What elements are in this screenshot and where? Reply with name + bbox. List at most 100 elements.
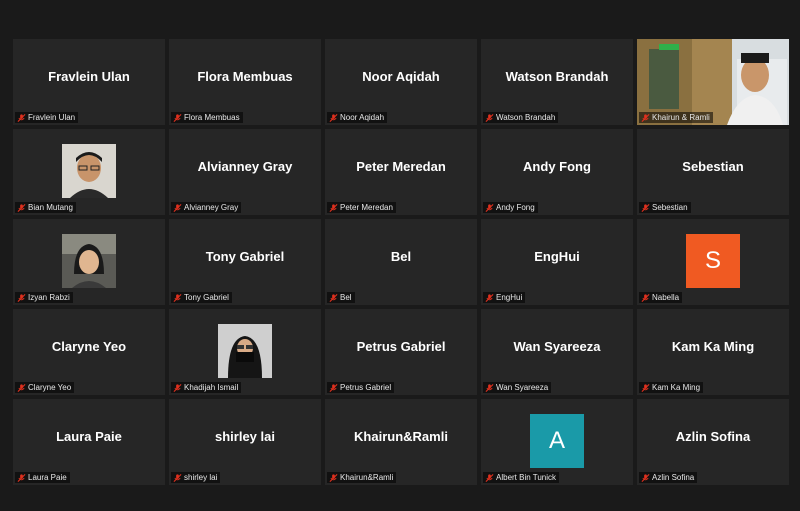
mic-muted-icon bbox=[485, 473, 494, 482]
participant-display-name: Andy Fong bbox=[523, 158, 591, 174]
mic-muted-icon bbox=[17, 203, 26, 212]
mic-muted-icon bbox=[329, 113, 338, 122]
participant-label: Flora Membuas bbox=[171, 112, 243, 123]
participant-label-text: Tony Gabriel bbox=[184, 293, 229, 302]
participant-tile[interactable]: Khairun&Ramli Khairun&Ramli bbox=[325, 399, 477, 485]
participant-label: Khairun & Ramli bbox=[639, 112, 713, 123]
participant-label-text: shirley lai bbox=[184, 473, 218, 482]
participant-tile[interactable]: Watson Brandah Watson Brandah bbox=[481, 39, 633, 125]
participant-display-name: Sebestian bbox=[682, 158, 744, 174]
participant-tile[interactable]: Tony Gabriel Tony Gabriel bbox=[169, 219, 321, 305]
participant-tile[interactable]: Khadijah Ismail bbox=[169, 309, 321, 395]
participant-tile[interactable]: Alvianney Gray Alvianney Gray bbox=[169, 129, 321, 215]
participant-label-text: Petrus Gabriel bbox=[340, 383, 392, 392]
participant-display-name: EngHui bbox=[534, 248, 580, 264]
participant-label-text: Claryne Yeo bbox=[28, 383, 72, 392]
mic-muted-icon bbox=[485, 383, 494, 392]
participant-tile[interactable]: EngHui EngHui bbox=[481, 219, 633, 305]
participant-tile[interactable]: Andy Fong Andy Fong bbox=[481, 129, 633, 215]
participant-tile[interactable]: Azlin Sofina Azlin Sofina bbox=[637, 399, 789, 485]
participant-label-text: Albert Bin Tunick bbox=[496, 473, 557, 482]
mic-muted-icon bbox=[329, 203, 338, 212]
participant-label-text: Andy Fong bbox=[496, 203, 535, 212]
mic-muted-icon bbox=[329, 293, 338, 302]
participant-tile[interactable]: Izyan Rabzi bbox=[13, 219, 165, 305]
participant-tile[interactable]: A Albert Bin Tunick bbox=[481, 399, 633, 485]
participant-label: Sebestian bbox=[639, 202, 691, 213]
participant-tile[interactable]: Bian Mutang bbox=[13, 129, 165, 215]
mic-muted-icon bbox=[17, 473, 26, 482]
mic-muted-icon bbox=[641, 113, 650, 122]
participant-tile[interactable]: Peter Meredan Peter Meredan bbox=[325, 129, 477, 215]
participant-label-text: Bian Mutang bbox=[28, 203, 73, 212]
participant-tile[interactable]: Petrus Gabriel Petrus Gabriel bbox=[325, 309, 477, 395]
participant-label: Kam Ka Ming bbox=[639, 382, 704, 393]
participant-display-name: Kam Ka Ming bbox=[671, 338, 755, 354]
participant-display-name: Watson Brandah bbox=[505, 68, 609, 84]
participant-display-name: Laura Paie bbox=[56, 428, 122, 444]
mic-muted-icon bbox=[173, 473, 182, 482]
mic-muted-icon bbox=[485, 203, 494, 212]
participant-tile[interactable]: Wan Syareeza Wan Syareeza bbox=[481, 309, 633, 395]
participant-label: Bian Mutang bbox=[15, 202, 76, 213]
participant-display-name: shirley lai bbox=[215, 428, 275, 444]
mic-muted-icon bbox=[173, 293, 182, 302]
participant-label: Tony Gabriel bbox=[171, 292, 232, 303]
participant-label: Andy Fong bbox=[483, 202, 538, 213]
participant-tile-video[interactable]: Khairun & Ramli bbox=[637, 39, 789, 125]
participant-display-name: Noor Aqidah bbox=[362, 68, 440, 84]
participant-label: Khadijah Ismail bbox=[171, 382, 242, 393]
participant-label-text: Kam Ka Ming bbox=[652, 383, 701, 392]
participant-display-name: Peter Meredan bbox=[356, 158, 446, 174]
participant-label: Bel bbox=[327, 292, 355, 303]
mic-muted-icon bbox=[485, 293, 494, 302]
mic-muted-icon bbox=[17, 383, 26, 392]
avatar-initial: S bbox=[686, 234, 740, 288]
participant-label-text: EngHui bbox=[496, 293, 523, 302]
participant-display-name: Claryne Yeo bbox=[51, 338, 127, 354]
participant-tile[interactable]: Kam Ka Ming Kam Ka Ming bbox=[637, 309, 789, 395]
mic-muted-icon bbox=[173, 383, 182, 392]
participant-label: Izyan Rabzi bbox=[15, 292, 73, 303]
participant-display-name: Petrus Gabriel bbox=[356, 338, 446, 354]
participant-display-name: Azlin Sofina bbox=[675, 428, 751, 444]
mic-muted-icon bbox=[485, 113, 494, 122]
participant-tile[interactable]: Claryne Yeo Claryne Yeo bbox=[13, 309, 165, 395]
mic-muted-icon bbox=[641, 293, 650, 302]
participant-label-text: Noor Aqidah bbox=[340, 113, 385, 122]
participant-label: EngHui bbox=[483, 292, 526, 303]
participant-label: Watson Brandah bbox=[483, 112, 559, 123]
participant-label: Fravlein Ulan bbox=[15, 112, 79, 123]
participant-label-text: Nabella bbox=[652, 293, 680, 302]
participant-tile[interactable]: Flora Membuas Flora Membuas bbox=[169, 39, 321, 125]
participant-label-text: Fravlein Ulan bbox=[28, 113, 76, 122]
participant-display-name: Flora Membuas bbox=[197, 68, 293, 84]
participant-display-name: Khairun&Ramli bbox=[354, 428, 448, 444]
participant-label: Azlin Sofina bbox=[639, 472, 698, 483]
mic-muted-icon bbox=[641, 203, 650, 212]
participant-label: Albert Bin Tunick bbox=[483, 472, 560, 483]
participant-display-name: Bel bbox=[390, 248, 412, 264]
participant-tile[interactable]: Sebestian Sebestian bbox=[637, 129, 789, 215]
participant-tile[interactable]: shirley lai shirley lai bbox=[169, 399, 321, 485]
mic-muted-icon bbox=[641, 383, 650, 392]
participant-label-text: Khairun&Ramli bbox=[340, 473, 394, 482]
mic-muted-icon bbox=[329, 473, 338, 482]
participant-tile[interactable]: Fravlein Ulan Fravlein Ulan bbox=[13, 39, 165, 125]
participant-tile[interactable]: Bel Bel bbox=[325, 219, 477, 305]
participant-label: Petrus Gabriel bbox=[327, 382, 395, 393]
participant-label-text: Bel bbox=[340, 293, 352, 302]
participant-label: shirley lai bbox=[171, 472, 221, 483]
participant-tile[interactable]: Noor Aqidah Noor Aqidah bbox=[325, 39, 477, 125]
participant-tile[interactable]: Laura Paie Laura Paie bbox=[13, 399, 165, 485]
participant-label-text: Wan Syareeza bbox=[496, 383, 549, 392]
participant-display-name: Alvianney Gray bbox=[197, 158, 293, 174]
participant-label: Alvianney Gray bbox=[171, 202, 242, 213]
participant-label-text: Khadijah Ismail bbox=[184, 383, 239, 392]
participant-tile[interactable]: S Nabella bbox=[637, 219, 789, 305]
participant-label-text: Azlin Sofina bbox=[652, 473, 695, 482]
avatar-initial: A bbox=[530, 414, 584, 468]
participant-label-text: Izyan Rabzi bbox=[28, 293, 70, 302]
profile-photo bbox=[218, 324, 272, 378]
mic-muted-icon bbox=[173, 203, 182, 212]
